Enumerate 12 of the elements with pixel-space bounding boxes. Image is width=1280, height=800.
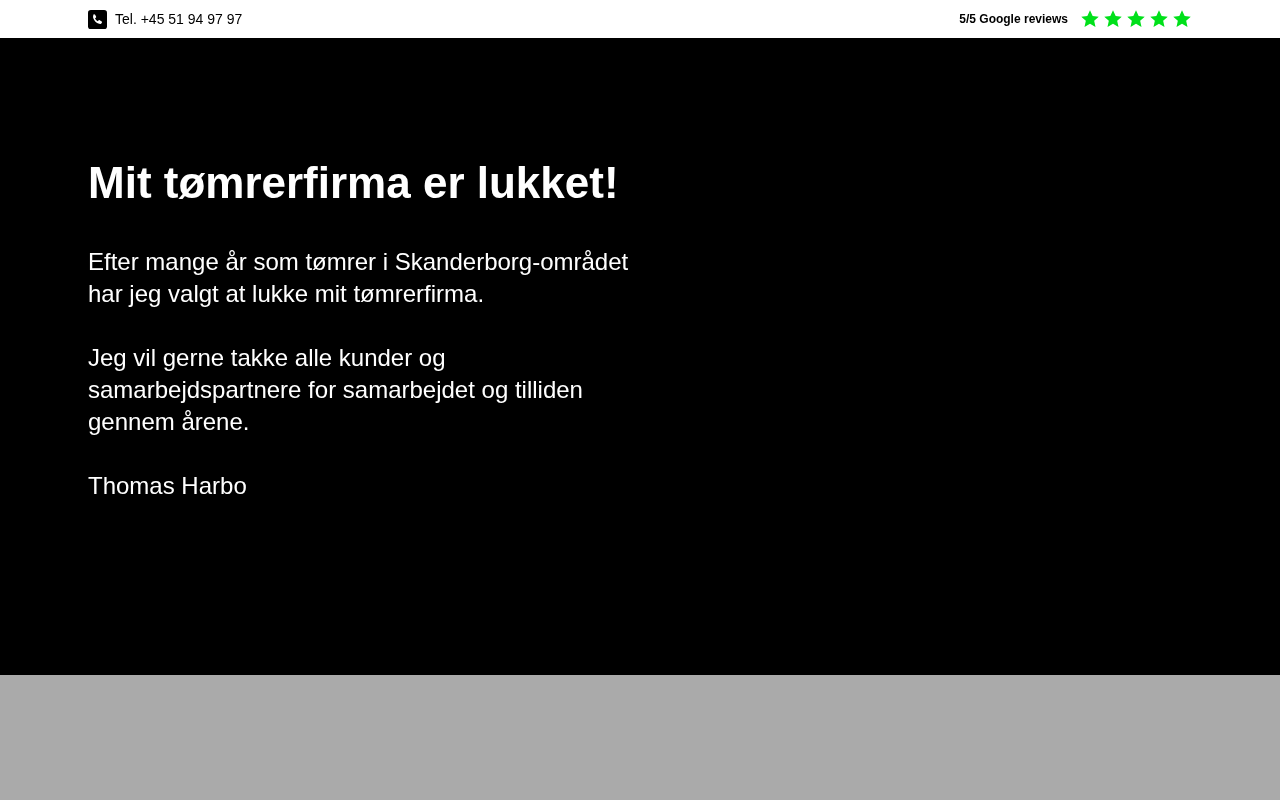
phone-number[interactable]: Tel. +45 51 94 97 97 (115, 8, 243, 30)
hero-paragraph: Jeg vil gerne takke alle kunder og samarbejdspartnere for samarbejdet og tilliden gennem årene. (88, 343, 584, 437)
hero-paragraph: Thomas Harbo (88, 471, 248, 501)
star-icon (1149, 9, 1169, 29)
reviews-label: 5/5 Google reviews (959, 11, 1068, 28)
hero-heading: Mit tømrerfirma er lukket! (88, 157, 620, 209)
star-icon (1172, 9, 1192, 29)
hero-paragraph: Efter mange år som tømrer i Skanderborg-området har jeg valgt at lukke mit tømrerfirma. (88, 247, 630, 309)
star-icon (1103, 9, 1123, 29)
star-icon (1126, 9, 1146, 29)
star-icon (1080, 9, 1100, 29)
phone-icon (88, 9, 107, 29)
